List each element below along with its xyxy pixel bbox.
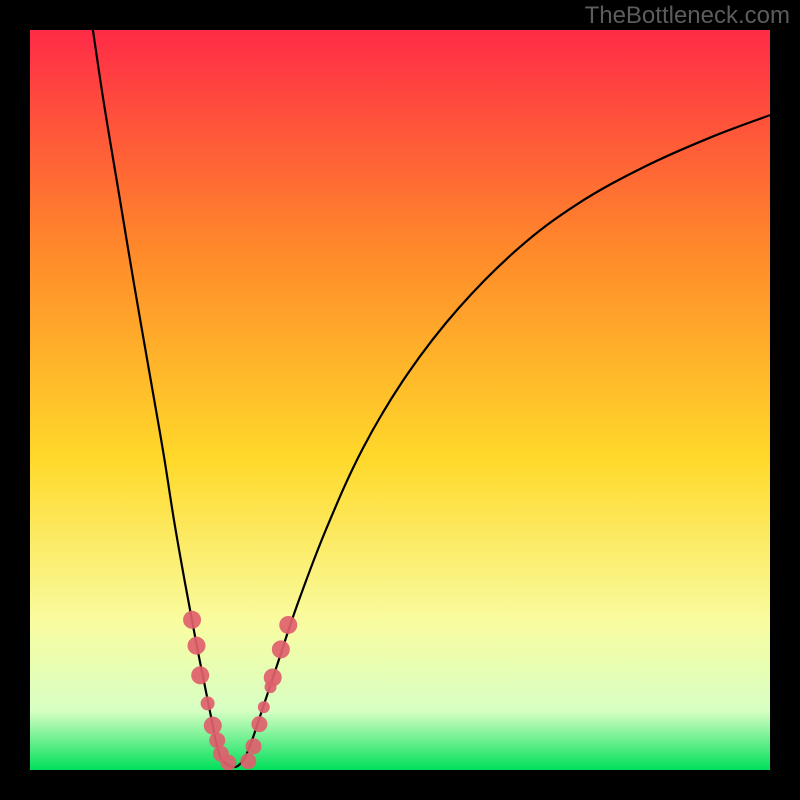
chart-svg — [30, 30, 770, 770]
data-marker — [251, 716, 267, 732]
data-marker — [240, 753, 256, 769]
watermark-text: TheBottleneck.com — [585, 2, 790, 30]
plot-area — [30, 30, 770, 770]
data-marker — [191, 666, 209, 684]
data-marker — [279, 616, 297, 634]
gradient-background — [30, 30, 770, 770]
data-marker — [272, 640, 290, 658]
data-marker — [201, 696, 215, 710]
data-marker — [245, 738, 261, 754]
chart-container: TheBottleneck.com — [0, 0, 800, 800]
data-marker — [204, 717, 222, 735]
data-marker — [188, 637, 206, 655]
data-marker — [265, 681, 277, 693]
data-marker — [220, 755, 236, 770]
data-marker — [258, 701, 270, 713]
data-marker — [183, 611, 201, 629]
